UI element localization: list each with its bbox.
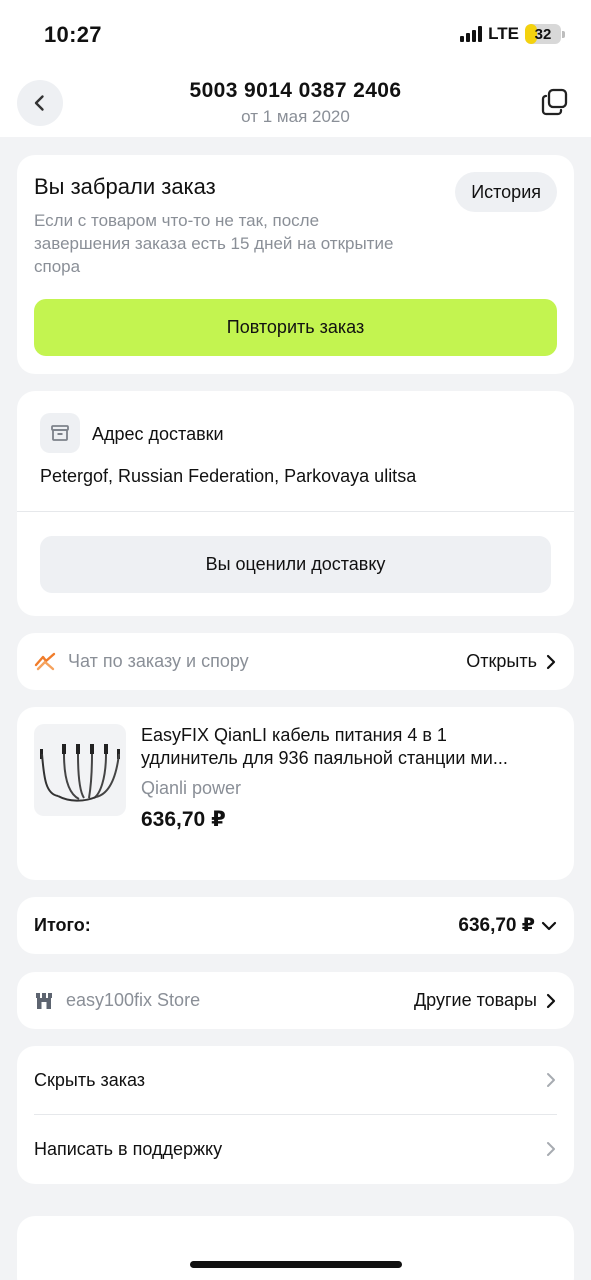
chat-label: Чат по заказу и спору <box>68 651 249 671</box>
product-brand: Qianli power <box>141 778 242 798</box>
chevron-right-icon <box>547 1073 555 1087</box>
product-price: 636,70 ₽ <box>141 808 226 831</box>
order-date: от 1 мая 2020 <box>241 107 350 126</box>
status-time: 10:27 <box>44 22 102 47</box>
delivery-address: Petergof, Russian Federation, Parkovaya … <box>40 466 417 486</box>
order-status-title: Вы забрали заказ <box>34 174 216 199</box>
delivery-address-label: Адрес доставки <box>92 424 224 444</box>
divider <box>17 511 574 512</box>
store-row[interactable]: easy100fix Store Другие товары <box>17 972 574 1029</box>
battery-icon: 32 <box>525 24 565 44</box>
other-products-link[interactable]: Другие товары <box>414 990 537 1011</box>
delivery-card: Адрес доставки Petergof, Russian Federat… <box>17 391 574 616</box>
home-indicator[interactable] <box>190 1261 402 1268</box>
product-image[interactable] <box>34 724 126 816</box>
chat-row[interactable]: Чат по заказу и спору Открыть <box>17 633 574 690</box>
hide-order-label: Скрыть заказ <box>34 1069 146 1090</box>
package-icon <box>40 413 80 453</box>
order-status-description: Если с товаром что-то не так, после заве… <box>34 211 394 276</box>
store-icon <box>36 992 52 1009</box>
total-value: 636,70 ₽ <box>458 915 535 936</box>
signal-icon <box>460 26 483 42</box>
battery-percent: 32 <box>534 25 552 43</box>
chevron-right-icon <box>547 1142 555 1156</box>
history-button[interactable]: История <box>455 172 557 212</box>
copy-button[interactable] <box>539 86 571 118</box>
product-card[interactable]: EasyFIX QianLI кабель питания 4 в 1 удли… <box>17 707 574 880</box>
rated-delivery-button[interactable]: Вы оценили доставку <box>40 536 551 593</box>
next-card-peek <box>17 1216 574 1280</box>
repeat-order-button[interactable]: Повторить заказ <box>34 299 557 356</box>
store-name: easy100fix Store <box>66 990 201 1010</box>
contact-support-row[interactable]: Написать в поддержку <box>34 1115 557 1183</box>
cable-product-icon <box>40 744 120 802</box>
order-number: 5003 9014 0387 2406 <box>189 79 402 102</box>
chat-icon <box>34 652 56 670</box>
chevron-right-icon <box>546 993 556 1008</box>
status-indicators: LTE 32 <box>460 24 565 44</box>
product-title-line-2: удлинитель для 936 паяльной станции ми..… <box>141 748 508 768</box>
copy-icon <box>541 88 568 116</box>
order-status-card: Вы забрали заказ Если с товаром что-то н… <box>17 155 574 374</box>
total-label: Итого: <box>34 915 91 935</box>
product-title[interactable]: EasyFIX QianLI кабель питания 4 в 1 удли… <box>141 724 557 770</box>
chevron-right-icon <box>546 654 556 669</box>
chat-open-link[interactable]: Открыть <box>466 651 537 672</box>
chevron-down-icon <box>541 921 557 930</box>
network-label: LTE <box>488 24 519 43</box>
total-row[interactable]: Итого: 636,70 ₽ <box>17 897 574 954</box>
hide-order-row[interactable]: Скрыть заказ <box>34 1046 557 1114</box>
contact-support-label: Написать в поддержку <box>34 1138 223 1159</box>
product-title-line-1: EasyFIX QianLI кабель питания 4 в 1 <box>141 725 447 745</box>
actions-card: Скрыть заказ Написать в поддержку <box>17 1046 574 1184</box>
